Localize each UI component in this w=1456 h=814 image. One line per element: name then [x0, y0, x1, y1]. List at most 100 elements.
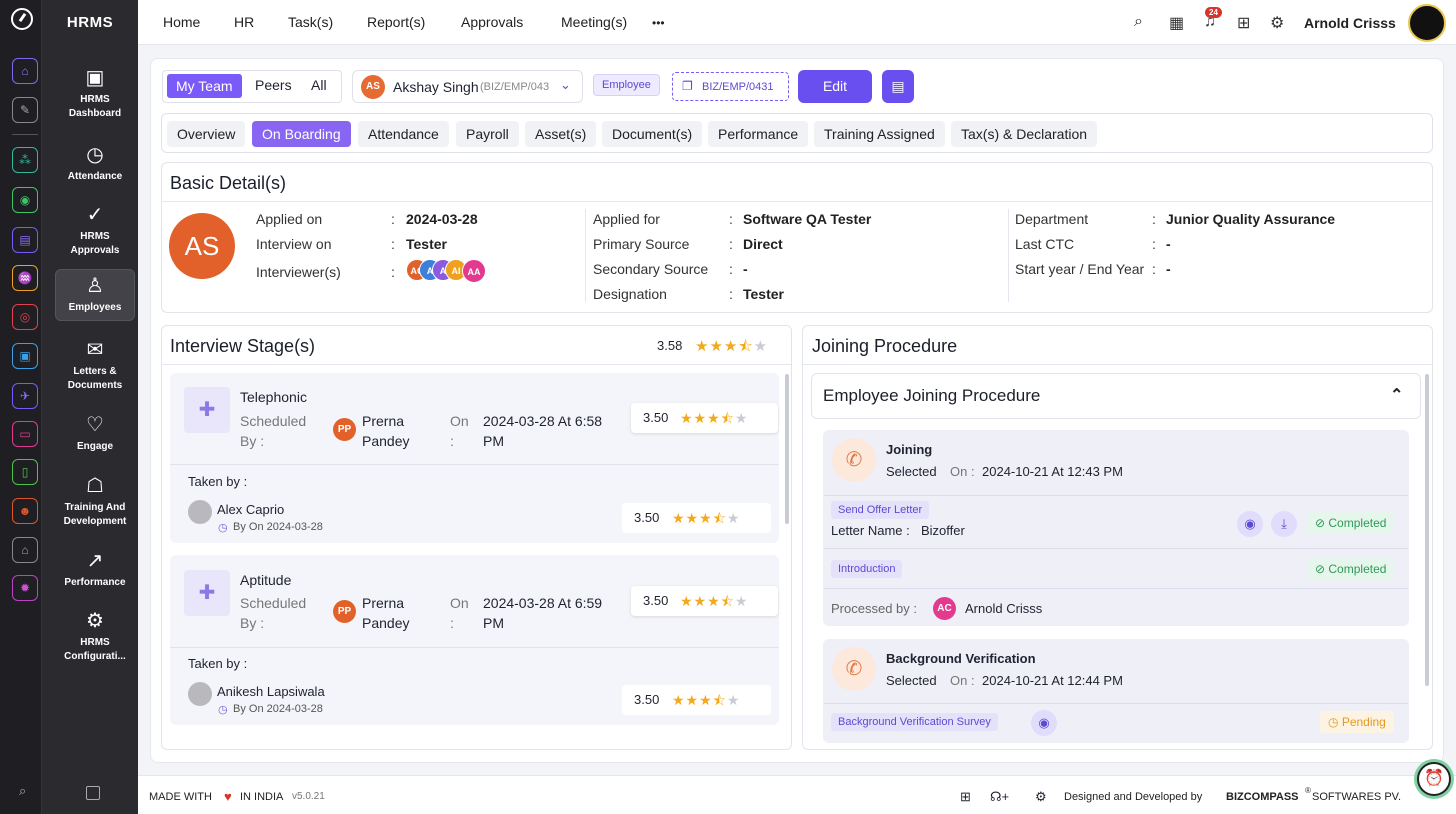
sidebar-item-dashboard[interactable]: ▣ HRMS Dashboard [55, 62, 135, 121]
nav-home[interactable]: Home [163, 14, 200, 30]
scrollbar[interactable] [785, 374, 789, 524]
colon: : [391, 236, 395, 252]
sidebar-item-attendance[interactable]: ◷ Attendance [55, 139, 135, 184]
gauge-icon[interactable]: ◉ [12, 187, 38, 213]
chevron-up-icon[interactable]: ⌃ [1390, 385, 1403, 405]
user-name[interactable]: Arnold Crisss [1304, 15, 1396, 31]
search-icon[interactable]: ⌕ [1134, 13, 1143, 31]
tab-overview[interactable]: Overview [167, 121, 246, 147]
colon: : [1152, 211, 1156, 227]
tab-on-boarding[interactable]: On Boarding [252, 121, 351, 147]
flight-icon[interactable]: ✈ [12, 383, 38, 409]
nav-approvals[interactable]: Approvals [461, 14, 523, 30]
sidebar-item-configuration[interactable]: ⚙ HRMS Configurati... [55, 605, 135, 664]
segment-all[interactable]: All [311, 77, 327, 93]
check-circle-icon: ⊘ [1315, 562, 1329, 576]
collapse-sidebar-icon[interactable] [86, 786, 100, 800]
edit-button[interactable]: Edit [798, 70, 872, 103]
employee-name: Akshay Singh [393, 79, 479, 95]
sidebar-item-engage[interactable]: ♡ Engage [55, 409, 135, 454]
scheduler-avatar: PP [333, 418, 356, 441]
stage-rating-box: 3.50 ★★★⯪★ [631, 586, 778, 616]
home-icon[interactable]: ⌂ [12, 58, 38, 84]
user-icon: ♙ [86, 275, 104, 297]
download-icon[interactable]: ⤓ [1271, 511, 1297, 537]
employee-select[interactable]: AS Akshay Singh (BIZ/EMP/043 ⌄ [352, 70, 583, 103]
nav-reports[interactable]: Report(s) [367, 14, 425, 30]
department-value: Junior Quality Assurance [1166, 211, 1336, 227]
tab-tax-declaration[interactable]: Tax(s) & Declaration [951, 121, 1098, 147]
sidebar-item-employees[interactable]: ♙ Employees [55, 269, 135, 321]
windows-icon[interactable]: ⊞ [960, 789, 971, 805]
nav-more-icon[interactable]: ••• [652, 16, 665, 30]
sidebar-item-approvals[interactable]: ✓ HRMS Approvals [55, 199, 135, 258]
tab-assets[interactable]: Asset(s) [525, 121, 597, 147]
apps-grid-icon[interactable]: ⊞ [1237, 13, 1250, 33]
org-icon[interactable]: ⁂ [12, 147, 38, 173]
version: v5.0.21 [292, 791, 325, 802]
sidebar: HRMS ▣ HRMS Dashboard ◷ Attendance ✓ HRMS A… [42, 0, 138, 814]
chevron-down-icon: ⌄ [560, 77, 571, 92]
interviewer-avatar[interactable]: AA [462, 259, 486, 283]
view-eye-icon[interactable]: ◉ [1031, 710, 1057, 736]
taker-name: Anikesh Lapsiwala [217, 684, 325, 699]
view-eye-icon[interactable]: ◉ [1237, 511, 1263, 537]
nav-tasks[interactable]: Task(s) [288, 14, 333, 30]
settings-icon[interactable]: ⚙ [1270, 13, 1284, 33]
target-icon[interactable]: ◎ [12, 304, 38, 330]
support-icon[interactable]: ☊+ [990, 789, 1009, 805]
taker-avatar [188, 500, 212, 524]
tab-attendance[interactable]: Attendance [358, 121, 449, 147]
id-card-icon[interactable]: ▤ [882, 70, 914, 103]
designation-value: Tester [743, 286, 784, 302]
interviewer-avatars: AC A A AI AA [406, 259, 496, 283]
introduction-tag: Introduction [831, 560, 903, 578]
sidebar-item-training[interactable]: ☖ Training And Development [55, 470, 135, 529]
tab-documents[interactable]: Document(s) [602, 121, 703, 147]
status-text: Pending [1341, 715, 1386, 729]
app-logo-icon[interactable] [11, 8, 33, 30]
settings-icon[interactable]: ✹ [12, 575, 38, 601]
nav-hr[interactable]: HR [234, 14, 254, 30]
tab-training-assigned[interactable]: Training Assigned [814, 121, 945, 147]
pin-icon[interactable]: ✎ [12, 97, 38, 123]
avatar[interactable] [1408, 4, 1446, 42]
sidebar-item-performance[interactable]: ↗ Performance [55, 545, 135, 590]
employee-code-inline: (BIZ/EMP/043 [480, 81, 550, 93]
rail-search-icon[interactable]: ⌕ [19, 783, 26, 799]
top-nav: Home HR Task(s) Report(s) Approvals Meet… [138, 0, 1456, 45]
divider [170, 464, 779, 465]
scheduler-name: Prerna Pandey [362, 595, 410, 631]
interview-on-value: Tester [406, 236, 447, 252]
scrollbar[interactable] [1425, 374, 1429, 686]
sidebar-item-label: Training And Development [63, 502, 127, 527]
nav-meetings[interactable]: Meeting(s) [561, 14, 627, 30]
field-label: Secondary Source [593, 261, 709, 277]
secondary-source-value: - [743, 261, 748, 277]
segment-peers[interactable]: Peers [255, 77, 292, 93]
hands-icon[interactable]: ♒ [12, 265, 38, 291]
tab-payroll[interactable]: Payroll [456, 121, 519, 147]
handshake-icon: ♡ [86, 414, 104, 436]
briefcase-icon[interactable]: ▤ [12, 227, 38, 253]
settings-doc-icon[interactable]: ⚙ [1035, 789, 1047, 805]
alarm-clock-icon[interactable]: ⏰ [1417, 762, 1451, 796]
calendar-icon[interactable]: ▦ [1169, 13, 1184, 33]
clock-icon: ◷ [1328, 715, 1342, 729]
team-scope-toggle: My Team Peers All [162, 70, 342, 103]
tab-performance[interactable]: Performance [708, 121, 809, 147]
status-text: Completed [1328, 516, 1387, 530]
scheduled-by-label: Scheduled By : [240, 413, 307, 449]
person-pin-icon[interactable]: ☻ [12, 498, 38, 524]
monitor-icon[interactable]: ▭ [12, 421, 38, 447]
doc-icon[interactable]: ▯ [12, 459, 38, 485]
box-icon[interactable]: ▣ [12, 343, 38, 369]
chart-icon: ↗ [86, 550, 104, 572]
house-icon[interactable]: ⌂ [12, 537, 38, 563]
field-label: Interview on [256, 236, 332, 252]
employee-code-pill[interactable]: ❐ BIZ/EMP/0431 [672, 72, 789, 101]
colon: : [729, 261, 733, 277]
segment-my-team[interactable]: My Team [167, 74, 242, 98]
sidebar-item-letters[interactable]: ✉ Letters & Documents [55, 334, 135, 393]
employee-code: BIZ/EMP/0431 [702, 81, 774, 93]
